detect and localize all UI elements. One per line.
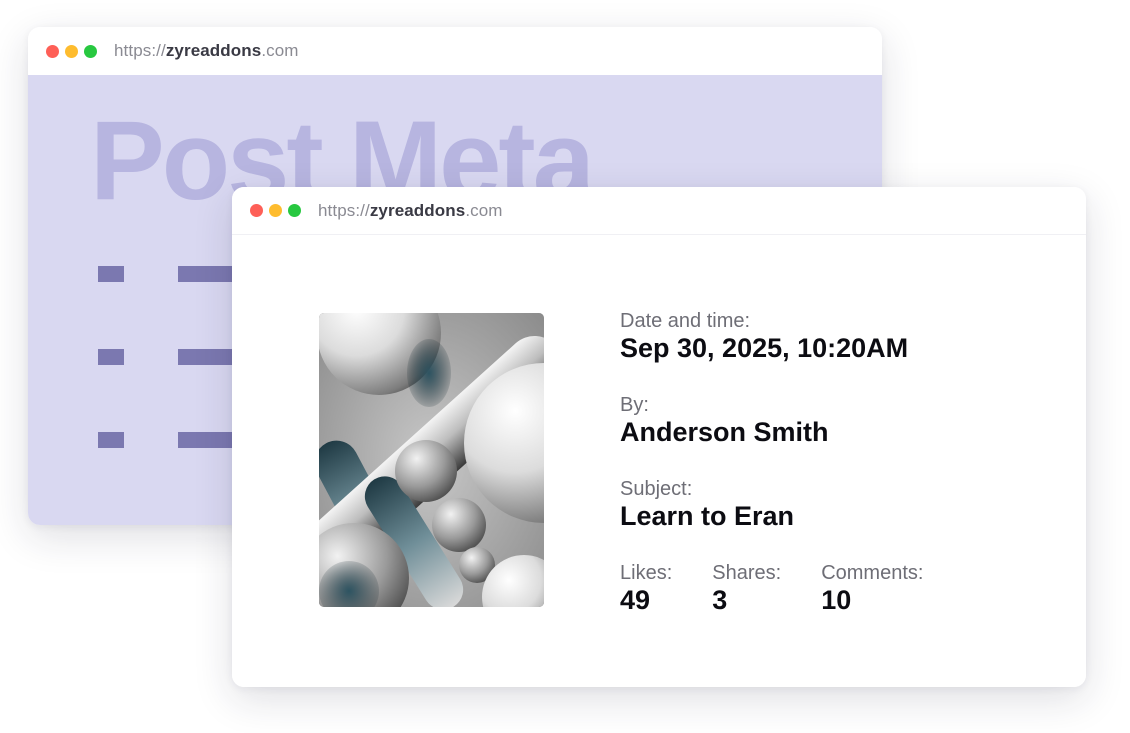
address-bar[interactable]: https://zyreaddons.com [114, 41, 299, 61]
address-bar[interactable]: https://zyreaddons.com [318, 201, 503, 221]
skeleton-dot [98, 266, 124, 282]
post-featured-image [319, 313, 544, 607]
browser-titlebar: https://zyreaddons.com [232, 187, 1086, 235]
abstract-3d-art-image [319, 313, 544, 607]
meta-date: Date and time: Sep 30, 2025, 10:20AM [620, 309, 1040, 363]
author-label: By: [620, 394, 649, 416]
likes-label: Likes: [620, 562, 673, 584]
meta-subject: Subject: Learn to Eran [620, 477, 1040, 531]
skeleton-dot [98, 349, 124, 365]
skeleton-dot [98, 432, 124, 448]
minimize-dot-icon[interactable] [269, 204, 282, 217]
url-domain: zyreaddons [165, 41, 262, 60]
url-prefix: https:// [318, 200, 370, 220]
date-value: Sep 30, 2025, 10:20AM [620, 333, 909, 363]
maximize-dot-icon[interactable] [288, 204, 301, 217]
comments-value: 10 [821, 585, 852, 615]
subject-label: Subject: [620, 478, 693, 500]
comments-label: Comments: [821, 562, 924, 584]
minimize-dot-icon[interactable] [65, 44, 78, 58]
post-meta-card: Date and time: Sep 30, 2025, 10:20AM By:… [232, 235, 1086, 687]
url-prefix: https:// [114, 41, 166, 60]
window-controls [250, 204, 301, 217]
stat-likes: Likes: 49 [620, 561, 672, 615]
shares-label: Shares: [712, 562, 782, 584]
post-meta-list: Date and time: Sep 30, 2025, 10:20AM By:… [620, 309, 1040, 615]
close-dot-icon[interactable] [46, 44, 59, 58]
meta-author: By: Anderson Smith [620, 393, 1040, 447]
stat-shares: Shares: 3 [712, 561, 781, 615]
post-stats: Likes: 49 Shares: 3 Comments: 10 [620, 561, 1040, 615]
shares-value: 3 [712, 585, 728, 615]
close-dot-icon[interactable] [250, 204, 263, 217]
browser-titlebar: https://zyreaddons.com [28, 27, 882, 75]
maximize-dot-icon[interactable] [84, 44, 97, 58]
date-label: Date and time: [620, 310, 751, 332]
window-controls [46, 44, 97, 58]
likes-value: 49 [620, 585, 651, 615]
url-suffix: .com [261, 41, 299, 60]
stat-comments: Comments: 10 [821, 561, 923, 615]
subject-value[interactable]: Learn to Eran [620, 501, 1040, 531]
author-value[interactable]: Anderson Smith [620, 417, 1040, 447]
url-suffix: .com [465, 200, 503, 220]
front-browser-window: https://zyreaddons.com Date and time: Se… [232, 187, 1086, 687]
url-domain: zyreaddons [369, 200, 466, 220]
